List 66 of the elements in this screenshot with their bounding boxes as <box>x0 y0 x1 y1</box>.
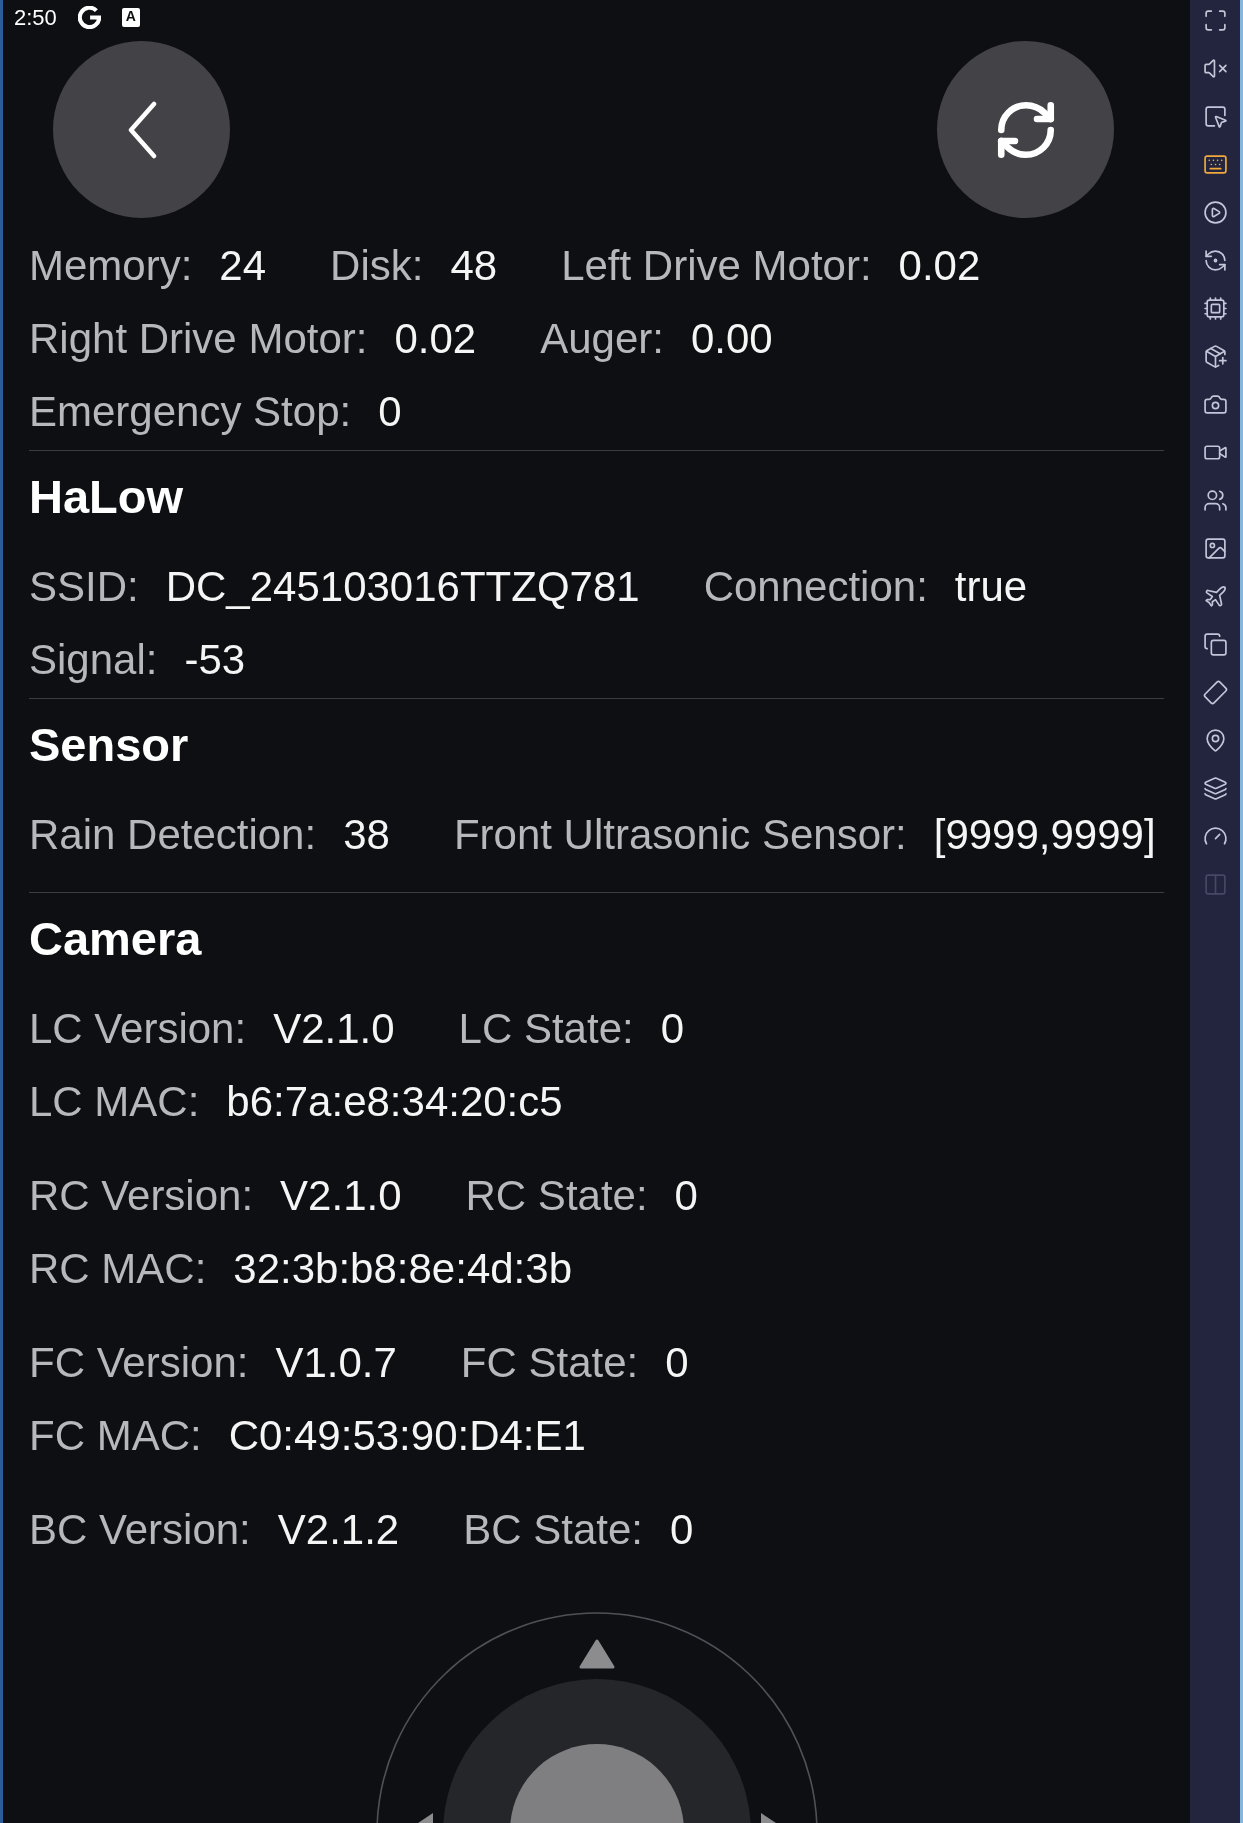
field-label: BC Version: <box>29 1504 251 1555</box>
field-value: DC_245103016TTZQ781 <box>165 561 640 612</box>
field-label: Disk: <box>330 240 424 291</box>
field-label: Memory: <box>29 240 193 291</box>
field-value: 0 <box>670 1504 694 1555</box>
layers-icon[interactable] <box>1202 775 1228 801</box>
left-triangle-icon[interactable] <box>417 1813 433 1823</box>
field-label: FC Version: <box>29 1337 249 1388</box>
field-label: Connection: <box>703 561 928 612</box>
field-value: V2.1.2 <box>277 1504 400 1555</box>
field-value: V2.1.0 <box>280 1170 402 1221</box>
image-icon[interactable] <box>1202 535 1228 561</box>
play-circle-icon[interactable] <box>1202 199 1228 225</box>
field-value: [9999,9999] <box>933 809 1156 860</box>
field-value: 0.00 <box>690 313 773 364</box>
section-title: HaLow <box>29 469 184 525</box>
field-label: RC State: <box>465 1170 648 1221</box>
chip-icon[interactable] <box>1202 295 1228 321</box>
field-value: 0.02 <box>898 240 981 291</box>
field-label: SSID: <box>29 561 139 612</box>
field-label: Right Drive Motor: <box>29 313 368 364</box>
up-triangle-icon[interactable] <box>579 1639 614 1669</box>
pointer-icon[interactable] <box>1202 103 1228 129</box>
field-value: 48 <box>450 240 498 291</box>
field-value: 0 <box>674 1170 698 1221</box>
field-label: RC MAC: <box>29 1243 207 1294</box>
field-label: Rain Detection: <box>29 809 317 860</box>
field-value: 0.02 <box>394 313 477 364</box>
chevron-left-icon <box>126 100 157 159</box>
package-plus-icon[interactable] <box>1202 343 1228 369</box>
field-label: FC State: <box>460 1337 639 1388</box>
field-label: BC State: <box>463 1504 643 1555</box>
field-label: Left Drive Motor: <box>561 240 872 291</box>
users-icon[interactable] <box>1202 487 1228 513</box>
field-label: LC MAC: <box>29 1076 200 1127</box>
field-label: FC MAC: <box>29 1410 202 1461</box>
joystick-knob[interactable] <box>509 1744 684 1823</box>
field-value: C0:49:53:90:D4:E1 <box>228 1410 586 1461</box>
field-value: 24 <box>219 240 267 291</box>
letter-badge: A <box>121 8 140 27</box>
field-label: Front Ultrasonic Sensor: <box>453 809 907 860</box>
field-value: 0 <box>378 386 402 437</box>
right-triangle-icon[interactable] <box>760 1813 776 1823</box>
field-value: true <box>954 561 1028 612</box>
g-logo-icon <box>77 6 101 29</box>
field-value: V2.1.0 <box>273 1003 395 1054</box>
field-label: RC Version: <box>29 1170 254 1221</box>
section-title: Sensor <box>29 717 189 773</box>
field-label: Signal: <box>29 634 158 685</box>
rotate-icon[interactable] <box>1202 247 1228 273</box>
copy-icon[interactable] <box>1202 631 1228 657</box>
field-value: b6:7a:e8:34:20:c5 <box>226 1076 563 1127</box>
status-time: 2:50 <box>14 4 57 31</box>
field-value: 32:3b:b8:8e:4d:3b <box>233 1243 572 1294</box>
field-label: LC State: <box>458 1003 634 1054</box>
section-title: Camera <box>29 911 202 967</box>
fullscreen-icon[interactable] <box>1202 7 1228 33</box>
field-value: V1.0.7 <box>275 1337 397 1388</box>
field-label: LC Version: <box>29 1003 247 1054</box>
field-value: 38 <box>343 809 390 860</box>
airplane-icon[interactable] <box>1202 583 1228 609</box>
field-value: -53 <box>184 634 246 685</box>
field-label: Emergency Stop: <box>29 386 352 437</box>
field-value: 0 <box>660 1003 685 1054</box>
field-label: Auger: <box>540 313 664 364</box>
field-value: 0 <box>665 1337 689 1388</box>
